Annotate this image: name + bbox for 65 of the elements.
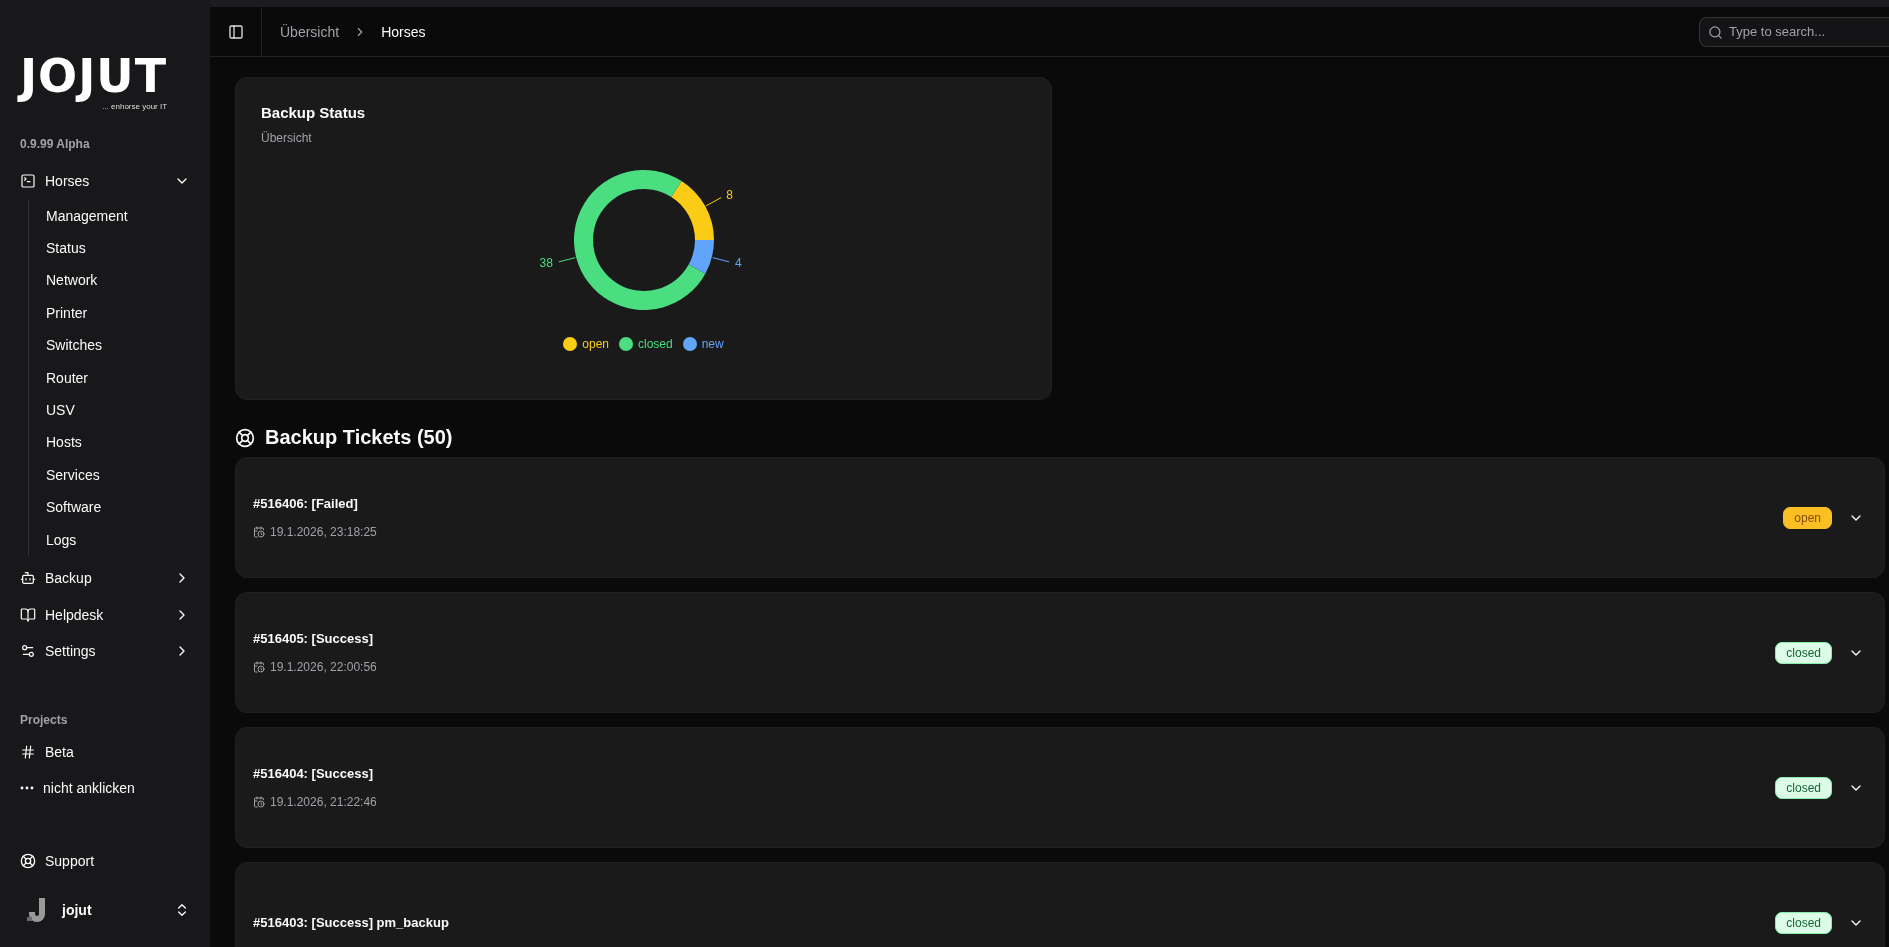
ticket-card[interactable]: #516403: [Success] pm_backup closed [235,862,1885,947]
terminal-icon [20,173,36,190]
robot-icon [20,570,36,587]
hash-icon [20,743,36,760]
project-item[interactable]: nicht anklicken [20,769,190,807]
nav-subitem[interactable]: USV [46,393,190,427]
ticket-card[interactable]: #516406: [Failed] 19.1.2026, 23:18:25 open [235,457,1885,578]
status-badge: closed [1775,911,1832,934]
calendar-icon [253,526,265,538]
data-label: 38 [539,256,553,271]
sliders-icon [20,643,36,660]
ticket-date: 19.1.2026, 21:22:46 [270,795,377,809]
data-label: 8 [725,187,733,202]
nav-item[interactable]: Settings [20,632,190,670]
version-label: 0.9.99 Alpha [20,137,91,151]
ticket-card[interactable]: #516404: [Success] 19.1.2026, 21:22:46 closed [235,727,1885,848]
status-badge: closed [1775,641,1832,664]
nav-item[interactable]: Backup [20,559,190,597]
ticket-title: #516406: [Failed] [253,496,359,511]
nav-subitem[interactable]: Network [46,264,190,297]
nav-item[interactable]: Helpdesk [20,596,190,633]
data-label: 8 [705,187,733,207]
legend-item: open [563,337,609,351]
search-icon [1708,24,1723,40]
section-title: Backup Tickets (50) [265,426,453,449]
ticket-date: 19.1.2026, 22:00:56 [270,660,377,674]
breadcrumb-link[interactable]: Horses [381,23,426,40]
status-badge: open [1783,506,1832,529]
breadcrumb-link[interactable]: Übersicht [280,23,340,40]
avatar-icon [26,897,48,923]
ticket-date: 19.1.2026, 23:18:25 [270,525,377,539]
panel-icon [227,23,244,40]
ticket-card[interactable]: #516405: [Success] 19.1.2026, 22:00:56 closed [235,592,1885,713]
nav-subitem[interactable]: Switches [46,329,190,362]
project-item[interactable]: Beta [20,733,190,770]
nav-subitem[interactable]: Printer [46,296,190,330]
data-label: 38 [539,256,576,271]
lifebuoy-icon [235,427,255,448]
group-label: Projects [20,713,69,728]
book-icon [20,606,36,623]
data-label: 4 [734,256,742,271]
card-title: Backup Status [261,104,367,121]
nav-subitem[interactable]: Logs [46,523,190,556]
ticket-title: #516405: [Success] [253,631,374,646]
nav-subitem[interactable]: Router [46,361,190,394]
ticket-title: #516403: [Success] pm_backup [253,915,450,930]
nav-subitem[interactable]: Status [46,231,190,265]
ellipsis-icon [20,786,34,791]
nav-subitem[interactable]: Hosts [46,426,190,459]
lifebuoy-icon [20,852,36,869]
card-subtitle: Übersicht [261,131,313,145]
search-field[interactable]: Type to search... [1699,16,1889,47]
calendar-icon [253,796,265,808]
nav-item[interactable]: Horses [20,163,190,200]
nav-subitem[interactable]: Services [46,458,190,491]
support-link[interactable]: Support [20,842,190,879]
legend-item: new [682,337,724,351]
nav-subitem[interactable]: Software [46,491,190,524]
status-badge: closed [1775,776,1832,799]
data-label: 4 [711,256,742,271]
legend-item: closed [619,337,673,351]
user-menu[interactable]: jojut [26,885,190,935]
ticket-title: #516404: [Success] [253,766,374,781]
nav-subitem[interactable]: Management [46,199,190,232]
calendar-icon [253,661,265,673]
